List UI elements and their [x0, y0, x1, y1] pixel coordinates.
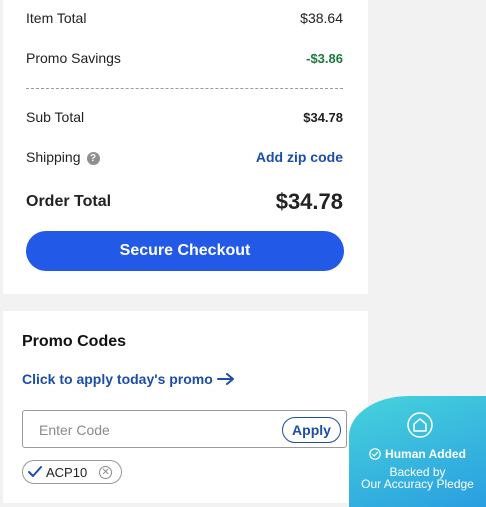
human-added-title: Human Added	[385, 447, 466, 461]
add-zip-code-link[interactable]: Add zip code	[256, 149, 343, 165]
sub-total-label: Sub Total	[26, 109, 85, 125]
promo-code-input[interactable]	[24, 412, 291, 448]
promo-codes-title: Promo Codes	[22, 333, 127, 350]
item-total-label: Item Total	[26, 10, 87, 26]
human-added-badge[interactable]: Human Added Backed by Our Accuracy Pledg…	[349, 396, 486, 507]
arrow-right-icon	[216, 373, 234, 385]
apply-todays-promo-label: Click to apply today's promo	[22, 371, 213, 387]
promo-savings-value: -$3.86	[306, 50, 343, 66]
promo-savings-row: Promo Savings -$3.86	[26, 50, 343, 66]
item-total-value: $38.64	[300, 10, 343, 26]
check-circle-icon	[369, 448, 381, 460]
promo-codes-card: Promo Codes Click to apply today's promo…	[3, 311, 368, 503]
help-icon[interactable]: ?	[86, 151, 100, 165]
order-total-label: Order Total	[26, 193, 112, 210]
shipping-label: Shipping	[26, 149, 81, 165]
applied-promo-code: ACP10	[46, 464, 88, 480]
secure-checkout-button[interactable]: Secure Checkout	[26, 231, 344, 271]
apply-todays-promo-link[interactable]: Click to apply today's promo	[22, 371, 235, 387]
shipping-label-wrap: Shipping?	[26, 149, 100, 165]
home-pentagon-icon	[407, 412, 433, 438]
accuracy-pledge-text: Backed by Our Accuracy Pledge	[349, 466, 486, 490]
order-summary-card: Item Total $38.64 Promo Savings -$3.86 S…	[3, 0, 368, 294]
badge-sub-line-2: Our Accuracy Pledge	[361, 477, 474, 491]
promo-code-field: Apply	[22, 410, 347, 448]
sub-total-value: $34.78	[303, 109, 343, 125]
sub-total-row: Sub Total $34.78	[26, 109, 343, 125]
human-added-title-row: Human Added	[349, 447, 486, 461]
remove-promo-icon[interactable]: ✕	[99, 465, 113, 479]
applied-promo-chip: ACP10 ✕	[22, 460, 122, 484]
order-total-value: $34.78	[275, 189, 343, 214]
item-total-row: Item Total $38.64	[26, 10, 343, 26]
checkmark-icon	[28, 466, 42, 477]
shipping-row: Shipping? Add zip code	[26, 149, 343, 165]
apply-button[interactable]: Apply	[282, 417, 341, 443]
summary-divider	[26, 88, 343, 89]
order-total-row: Order Total $34.78	[26, 189, 343, 215]
promo-savings-label: Promo Savings	[26, 50, 121, 66]
